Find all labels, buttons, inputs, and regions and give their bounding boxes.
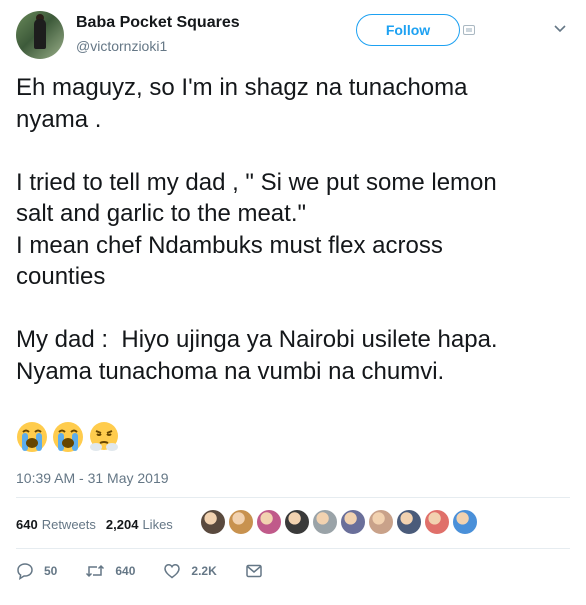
retweets-count: 640 [16,516,38,532]
like-count: 2.2K [191,564,217,578]
loudly-crying-face-icon [53,422,83,452]
retweets-stat[interactable]: 640 Retweets [16,517,96,532]
liker-avatar[interactable] [284,509,310,535]
chevron-down-icon[interactable] [553,22,567,36]
retweet-button[interactable]: 640 [85,562,135,580]
reply-button[interactable]: 50 [16,562,57,580]
keyboard-icon [463,25,475,35]
emoji-row [16,421,120,453]
follow-button[interactable]: Follow [356,14,460,46]
tweet-header: Baba Pocket Squares @victornzioki1 Follo… [0,0,586,64]
liker-avatar[interactable] [368,509,394,535]
liker-avatar[interactable] [452,509,478,535]
liker-avatar[interactable] [424,509,450,535]
envelope-icon [246,564,262,578]
face-with-steam-from-nose-icon [90,422,118,451]
divider [16,497,570,498]
liker-avatars[interactable] [200,509,478,535]
reply-icon [17,563,33,580]
liker-avatar[interactable] [256,509,282,535]
direct-message-button[interactable] [245,562,273,580]
retweet-count: 640 [115,564,136,578]
liker-avatar[interactable] [228,509,254,535]
author-display-name[interactable]: Baba Pocket Squares [76,14,240,32]
tweet-text: Eh maguyz, so I'm in shagz na tunachoma … [16,74,498,385]
like-button[interactable]: 2.2K [163,562,217,580]
author-handle[interactable]: @victornzioki1 [76,38,167,54]
retweets-label: Retweets [41,516,96,532]
likes-count: 2,204 [105,516,139,532]
likes-label: Likes [142,516,173,532]
liker-avatar[interactable] [312,509,338,535]
liker-avatar[interactable] [200,509,226,535]
liker-avatar[interactable] [396,509,422,535]
likes-stat[interactable]: 2,204 Likes [106,517,173,532]
heart-icon [164,564,181,579]
liker-avatar[interactable] [340,509,366,535]
reply-count: 50 [44,564,58,578]
tweet-timestamp[interactable]: 10:39 AM - 31 May 2019 [16,470,169,486]
tweet-stats: 640 Retweets 2,204 Likes [16,509,183,539]
loudly-crying-face-icon [17,422,47,452]
tweet-actions: 50 640 2.2K [16,560,301,582]
retweet-icon [86,564,105,578]
author-avatar[interactable] [16,11,64,59]
divider [16,548,570,549]
